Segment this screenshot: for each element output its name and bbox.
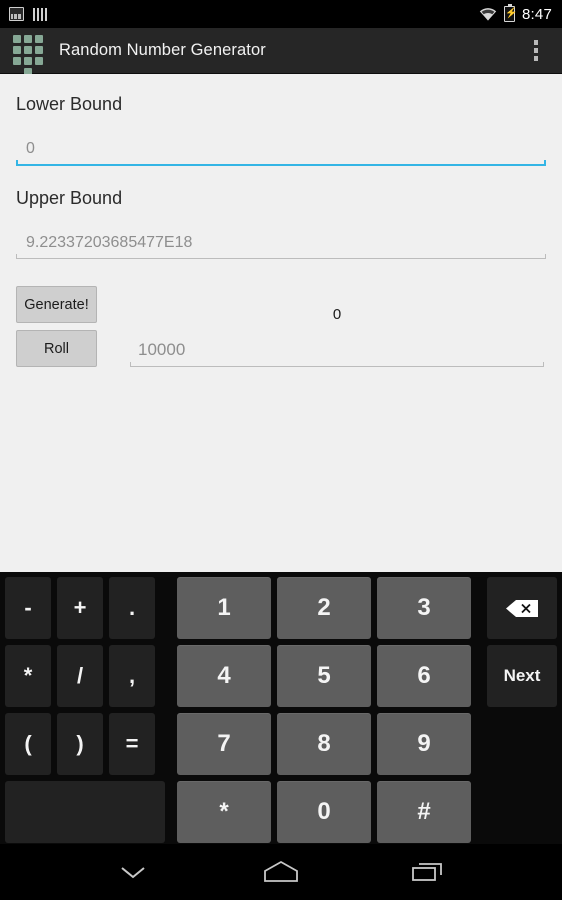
wifi-icon	[479, 7, 497, 21]
key-5[interactable]: 5	[277, 645, 371, 707]
keyboard-row-1: - + . 1 2 3	[0, 574, 562, 642]
dice-grid-icon	[13, 34, 43, 76]
lower-bound-underline	[16, 160, 546, 166]
roll-button[interactable]: Roll	[16, 330, 97, 367]
on-screen-keyboard: - + . 1 2 3 * / , 4 5 6 Next () = 7 8 9…	[0, 572, 562, 844]
key-9[interactable]: 9	[377, 713, 471, 775]
key-plus[interactable]: +	[57, 577, 103, 639]
status-bar-clock: 8:47	[522, 5, 552, 23]
status-bar-left-icons	[0, 7, 47, 21]
recents-icon[interactable]	[398, 852, 460, 892]
keyboard-row-3: ( ) = 7 8 9	[0, 710, 562, 778]
key-paren-close[interactable]: )	[57, 713, 103, 775]
backspace-icon	[505, 599, 539, 618]
key-slash[interactable]: /	[57, 645, 103, 707]
key-8[interactable]: 8	[277, 713, 371, 775]
bars-icon	[33, 7, 47, 21]
key-6[interactable]: 6	[377, 645, 471, 707]
roll-count-underline	[130, 362, 544, 367]
status-bar: 8:47	[0, 0, 562, 28]
page-title: Random Number Generator	[59, 41, 266, 59]
roll-count-input[interactable]	[130, 336, 544, 366]
lower-bound-field[interactable]	[16, 136, 546, 166]
overflow-menu-icon[interactable]	[528, 32, 545, 69]
upper-bound-underline	[16, 254, 546, 259]
keyboard-row-2: * / , 4 5 6 Next	[0, 642, 562, 710]
key-asterisk-fn[interactable]: *	[5, 645, 51, 707]
key-1[interactable]: 1	[177, 577, 271, 639]
key-minus[interactable]: -	[5, 577, 51, 639]
key-asterisk[interactable]: *	[177, 781, 271, 843]
roll-count-field[interactable]	[130, 336, 544, 367]
key-comma[interactable]: ,	[109, 645, 155, 707]
key-paren-open[interactable]: (	[5, 713, 51, 775]
upper-bound-input[interactable]	[16, 230, 546, 258]
key-backspace[interactable]	[487, 577, 557, 639]
key-period[interactable]: .	[109, 577, 155, 639]
screenshot-icon	[9, 7, 24, 21]
keyboard-row-4: * 0 #	[0, 778, 562, 846]
status-bar-right-icons: 8:47	[479, 3, 562, 23]
upper-bound-label: Upper Bound	[16, 188, 123, 208]
battery-charging-icon	[504, 3, 515, 22]
lower-bound-input[interactable]	[16, 136, 546, 164]
generate-button[interactable]: Generate!	[16, 286, 97, 323]
android-screen: 8:47 Random Number Generator Lower Bound…	[0, 0, 562, 900]
key-3[interactable]: 3	[377, 577, 471, 639]
navigation-bar	[0, 844, 562, 900]
key-0[interactable]: 0	[277, 781, 371, 843]
key-7[interactable]: 7	[177, 713, 271, 775]
key-4[interactable]: 4	[177, 645, 271, 707]
app-content: Lower Bound Upper Bound Generate! Roll 0	[0, 74, 562, 572]
key-equals[interactable]: =	[109, 713, 155, 775]
key-2[interactable]: 2	[277, 577, 371, 639]
key-hash[interactable]: #	[377, 781, 471, 843]
home-icon[interactable]	[250, 852, 312, 892]
upper-bound-field[interactable]	[16, 230, 546, 259]
key-next[interactable]: Next	[487, 645, 557, 707]
hide-keyboard-icon[interactable]	[102, 852, 164, 892]
lower-bound-label: Lower Bound	[16, 94, 123, 114]
action-bar: Random Number Generator	[0, 28, 562, 76]
result-value: 0	[332, 306, 342, 323]
key-blank-wide[interactable]	[5, 781, 165, 843]
